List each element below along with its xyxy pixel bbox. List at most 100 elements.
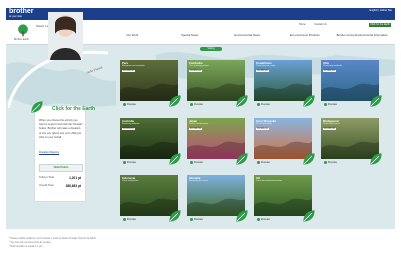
overall-total-label: Overall Total [39, 184, 54, 187]
overall-total-stat: Overall Total 286,683 pt [39, 184, 81, 188]
donate-label: Donate [194, 217, 204, 221]
home-link[interactable]: Home [299, 23, 306, 26]
vote-dot-icon [257, 102, 260, 106]
vote-dot-icon [324, 160, 327, 164]
donate-button[interactable]: Donate [324, 160, 337, 164]
footnotes: * Please enable cookies in your browser … [9, 237, 96, 249]
project-subtitle: Protecting the saiga [256, 65, 276, 67]
click-for-earth-panel: Click for the Earth When you choose the … [31, 101, 95, 202]
donate-button[interactable]: Donate [190, 217, 203, 221]
leaf-icon [370, 153, 382, 165]
today-total-label: Today's Total [39, 176, 54, 179]
vote-dot-icon [190, 217, 193, 221]
project-card[interactable]: Kazakhstan Protecting the saiga 13,451 pts… [254, 60, 315, 107]
brother-logo[interactable]: brother at your side [9, 8, 34, 18]
vote-dot-icon [190, 160, 193, 164]
vote-dot-icon [123, 217, 126, 221]
project-card[interactable]: Cambodia Tree planting project 10,003 pts D… [187, 60, 248, 107]
logo-main-text: brother [9, 8, 34, 15]
donate-button[interactable]: Donate [257, 160, 270, 164]
donate-button[interactable]: Donate [123, 217, 136, 221]
voting-tab[interactable]: Voting [200, 47, 222, 51]
project-points-badge: 16,284 pts [122, 128, 135, 130]
donate-label: Donate [127, 217, 137, 221]
project-card[interactable]: Australia Restoring habitats 16,284 pts Don… [120, 118, 181, 165]
overall-total-value: 286,683 pt [65, 184, 81, 188]
donate-label: Donate [127, 102, 137, 106]
spokesperson-photo [48, 12, 83, 60]
project-subtitle: Local environmental action [256, 180, 283, 182]
leaf-icon [303, 210, 315, 222]
leaf-icon [169, 153, 181, 165]
donate-button[interactable]: Donate [257, 217, 270, 221]
leaf-icon [303, 153, 315, 165]
project-card[interactable]: Japan Forest conservation 10,310 pts Donate [187, 118, 248, 165]
project-subtitle: Protecting forests [323, 123, 341, 125]
brand-tag: Brother Earth [14, 38, 29, 41]
project-subtitle: Restoring the forest [189, 180, 209, 182]
vote-dot-icon [123, 102, 126, 106]
brother-earth-logo-icon[interactable] [16, 23, 30, 37]
leaf-icon [236, 95, 248, 107]
vote-dot-icon [257, 160, 260, 164]
donate-label: Donate [194, 102, 204, 106]
click-for-earth-button[interactable]: Click for the Earth [369, 23, 391, 27]
donate-button[interactable]: Donate [123, 102, 136, 106]
project-card[interactable]: Madagascar Protecting forests 10,228 pts Do… [321, 118, 382, 165]
nav-item-eco-products[interactable]: Eco-conscious Products [276, 34, 334, 42]
vote-dot-icon [324, 102, 327, 106]
donate-button[interactable]: Donate [190, 160, 203, 164]
project-points-badge: 10,310 pts [189, 128, 202, 130]
project-card[interactable]: Peru Mangrove conservation 16,330 pts Donat… [120, 60, 181, 107]
panel-title: Click for the Earth [52, 106, 96, 112]
donate-button[interactable]: Donate [123, 160, 136, 164]
contact-link[interactable]: Contact Us [314, 23, 326, 26]
footnote-item: * Each donation is equal to 1 yen. [9, 246, 44, 248]
click-points-button[interactable]: Click Points [39, 164, 83, 172]
project-subtitle: Forest conservation [189, 123, 209, 125]
donate-button[interactable]: Donate [324, 102, 337, 106]
project-points-badge: 14,322 pts [256, 128, 269, 130]
project-points-badge: 10,228 pts [323, 128, 336, 130]
donate-button[interactable]: Donate [190, 102, 203, 106]
project-subtitle: Mangrove conservation [122, 65, 145, 67]
donate-label: Donate [328, 160, 338, 164]
project-card[interactable]: Slovakia Restoring the forest Donate [187, 175, 248, 222]
today-total-stat: Today's Total 1,201 pt [39, 176, 81, 180]
leaf-icon [169, 210, 181, 222]
project-points-badge: 16,330 pts [122, 70, 135, 72]
leaf-icon [370, 95, 382, 107]
project-card[interactable]: USA Protecting wetlands 17,803 pts Donate [321, 60, 382, 107]
donate-label: Donate [261, 160, 271, 164]
leaf-icon [31, 101, 43, 113]
nav-item-special-notes[interactable]: Special Notes [161, 34, 219, 42]
donate-button[interactable]: Donate [257, 102, 270, 106]
project-subtitle: Coral restoration [122, 180, 139, 182]
vote-dot-icon [257, 217, 260, 221]
project-subtitle: Tree planting project [189, 65, 209, 67]
donate-label: Donate [194, 160, 204, 164]
vote-dot-icon [123, 160, 126, 164]
language-links[interactable]: English | Global Site [370, 9, 392, 12]
donation-reports-link[interactable]: Donation Reports [39, 151, 59, 154]
today-total-value: 1,201 pt [69, 176, 81, 180]
leaf-icon [236, 210, 248, 222]
donate-label: Donate [261, 102, 271, 106]
leaf-icon [236, 153, 248, 165]
nav-item-our-work[interactable]: Our Work [104, 34, 162, 42]
logo-sub-text: at your side [9, 15, 22, 18]
project-card[interactable]: Inner Mongolia Desert greening 14,322 pts D… [254, 118, 315, 165]
nav-item-environmental-news[interactable]: Environmental News [219, 34, 277, 42]
project-points-badge: 13,451 pts [256, 70, 269, 72]
donate-label: Donate [261, 217, 271, 221]
vote-dot-icon [190, 102, 193, 106]
project-card[interactable]: UK Local environmental action Donate [254, 175, 315, 222]
utility-links: Home Contact Us [299, 23, 335, 26]
project-card[interactable]: Indonesia Coral restoration Donate [120, 175, 181, 222]
donate-label: Donate [328, 102, 338, 106]
nav-item-group-info[interactable]: Brother Group Environmental Information [334, 34, 392, 42]
project-points-badge: 10,003 pts [189, 70, 202, 72]
leaf-icon [303, 95, 315, 107]
panel-description: When you choose the activity you want to… [39, 119, 83, 139]
leaf-icon [169, 95, 181, 107]
